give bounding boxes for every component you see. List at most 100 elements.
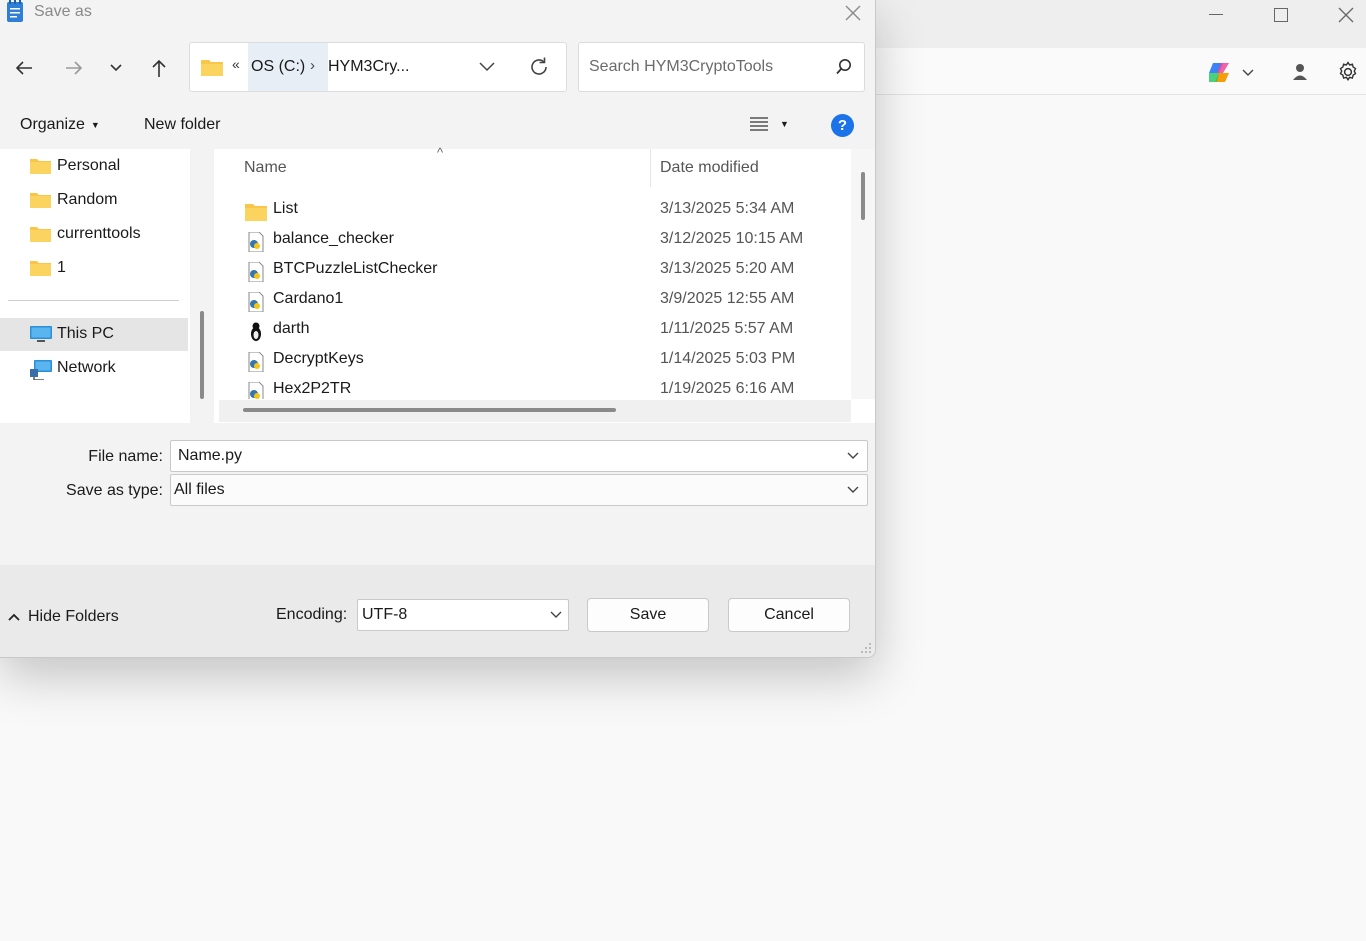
chevron-down-icon[interactable]: [478, 57, 496, 75]
chevron-down-icon: [847, 486, 859, 493]
python-file-icon: [248, 352, 264, 372]
save-as-type-select[interactable]: All files: [170, 474, 868, 506]
nav-item-this-pc[interactable]: This PC: [0, 318, 188, 351]
dialog-titlebar: Save as: [0, 0, 875, 26]
sort-ascending-icon: ^: [437, 145, 444, 160]
save-button[interactable]: Save: [587, 598, 709, 632]
folder-icon: [30, 261, 51, 276]
caret-down-icon: ▼: [90, 120, 100, 130]
maximize-icon: [1274, 8, 1288, 22]
chevron-down-icon[interactable]: [847, 451, 859, 461]
file-row[interactable]: darth 1/11/2025 5:57 AM: [214, 317, 850, 347]
close-icon: [1338, 7, 1354, 23]
list-view-icon: [750, 117, 768, 131]
nav-item-random[interactable]: Random: [0, 184, 188, 217]
forward-button[interactable]: [58, 52, 90, 84]
account-button[interactable]: [1288, 60, 1312, 84]
maximize-button[interactable]: [1258, 0, 1304, 30]
file-name-field[interactable]: Name.py: [170, 440, 868, 472]
nav-item-label: Random: [57, 191, 118, 208]
hide-folders-button[interactable]: Hide Folders: [8, 608, 119, 626]
file-row[interactable]: DecryptKeys 1/14/2025 5:03 PM: [214, 347, 850, 377]
chevron-down-icon: [110, 64, 122, 72]
file-name-label: File name:: [88, 448, 163, 465]
search-icon[interactable]: [835, 58, 853, 76]
nav-pane-scrollbar[interactable]: [200, 311, 204, 399]
vertical-scrollbar-thumb[interactable]: [861, 172, 865, 220]
nav-item-label: currenttools: [57, 225, 141, 242]
help-button[interactable]: ?: [831, 114, 854, 137]
up-button[interactable]: [143, 52, 175, 84]
command-bar: Organize ▼ New folder ▼: [0, 104, 875, 148]
file-row[interactable]: balance_checker 3/12/2025 10:15 AM: [214, 227, 850, 257]
copilot-icon: [1209, 63, 1229, 82]
refresh-icon[interactable]: [528, 56, 550, 78]
encoding-value: UTF-8: [362, 606, 408, 623]
breadcrumb-separator[interactable]: ›: [310, 57, 315, 74]
file-list: ^ Name Date modified List 3/13/2025 5:34…: [214, 145, 875, 423]
file-name-value[interactable]: Name.py: [178, 447, 242, 465]
folder-icon: [245, 204, 267, 221]
search-box[interactable]: [578, 42, 865, 92]
new-folder-button[interactable]: New folder: [144, 116, 220, 134]
file-row[interactable]: BTCPuzzleListChecker 3/13/2025 5:20 AM: [214, 257, 850, 287]
file-row[interactable]: Hex2P2TR 1/19/2025 6:16 AM: [214, 377, 850, 399]
dialog-close-button[interactable]: [838, 0, 868, 26]
linux-file-icon: [251, 322, 261, 341]
nav-item-label: This PC: [57, 325, 114, 342]
breadcrumb-folder[interactable]: HYM3Cry...: [328, 58, 409, 76]
file-name: Cardano1: [273, 290, 344, 307]
nav-item-currenttools[interactable]: currenttools: [0, 218, 188, 251]
python-file-icon: [248, 232, 264, 252]
file-name: DecryptKeys: [273, 350, 364, 367]
python-file-icon: [248, 382, 264, 399]
view-options-button[interactable]: ▼: [750, 116, 789, 132]
settings-button[interactable]: [1335, 59, 1361, 85]
folder-icon: [30, 227, 51, 242]
nav-item-label: 1: [57, 259, 66, 276]
nav-item-personal[interactable]: Personal: [0, 150, 188, 183]
file-name: darth: [273, 320, 310, 337]
file-row[interactable]: List 3/13/2025 5:34 AM: [214, 197, 850, 227]
search-input[interactable]: [579, 43, 829, 91]
computer-icon: [30, 326, 52, 342]
dialog-footer: Hide Folders Encoding: UTF-8 Save Cancel: [0, 565, 875, 657]
save-as-type-value: All files: [174, 481, 225, 498]
breadcrumb-drive[interactable]: OS (C:): [248, 43, 328, 91]
resize-grip-icon[interactable]: [860, 642, 872, 654]
organize-button[interactable]: Organize ▼: [20, 116, 100, 134]
folder-icon: [30, 159, 51, 174]
window-close-button[interactable]: [1323, 0, 1366, 30]
nav-item-1[interactable]: 1: [0, 252, 188, 285]
network-icon: [30, 360, 52, 380]
recent-locations-button[interactable]: [100, 52, 132, 84]
file-date: 3/12/2025 10:15 AM: [660, 230, 804, 247]
nav-item-network[interactable]: Network: [0, 352, 188, 385]
file-row[interactable]: Cardano1 3/9/2025 12:55 AM: [214, 287, 850, 317]
chevron-down-icon: [550, 611, 562, 618]
file-date: 3/9/2025 12:55 AM: [660, 290, 795, 307]
minimize-button[interactable]: [1193, 0, 1239, 30]
file-name: BTCPuzzleListChecker: [273, 260, 438, 277]
copilot-button[interactable]: [1203, 58, 1259, 86]
save-as-dialog: Save as « OS (C:) › HYM3Cry... Search HY…: [0, 0, 876, 658]
folder-icon: [201, 60, 223, 76]
gear-icon: [1339, 61, 1357, 81]
file-date: 1/19/2025 6:16 AM: [660, 380, 795, 397]
column-separator[interactable]: [650, 149, 651, 187]
back-button[interactable]: [8, 52, 40, 84]
encoding-select[interactable]: UTF-8: [357, 599, 569, 631]
file-name: List: [273, 200, 298, 217]
address-bar[interactable]: « OS (C:) › HYM3Cry...: [189, 42, 567, 92]
nav-divider: [8, 300, 179, 301]
cancel-button[interactable]: Cancel: [728, 598, 850, 632]
notepad-icon: [7, 0, 23, 22]
save-as-type-label: Save as type:: [66, 482, 163, 499]
column-header-name[interactable]: Name: [244, 159, 287, 177]
file-date: 3/13/2025 5:34 AM: [660, 200, 795, 217]
caret-down-icon: ▼: [780, 119, 789, 129]
hide-folders-label: Hide Folders: [28, 608, 119, 625]
path-overflow-chevron[interactable]: «: [232, 56, 240, 72]
horizontal-scrollbar-thumb[interactable]: [243, 408, 616, 412]
column-header-date-modified[interactable]: Date modified: [660, 159, 759, 177]
